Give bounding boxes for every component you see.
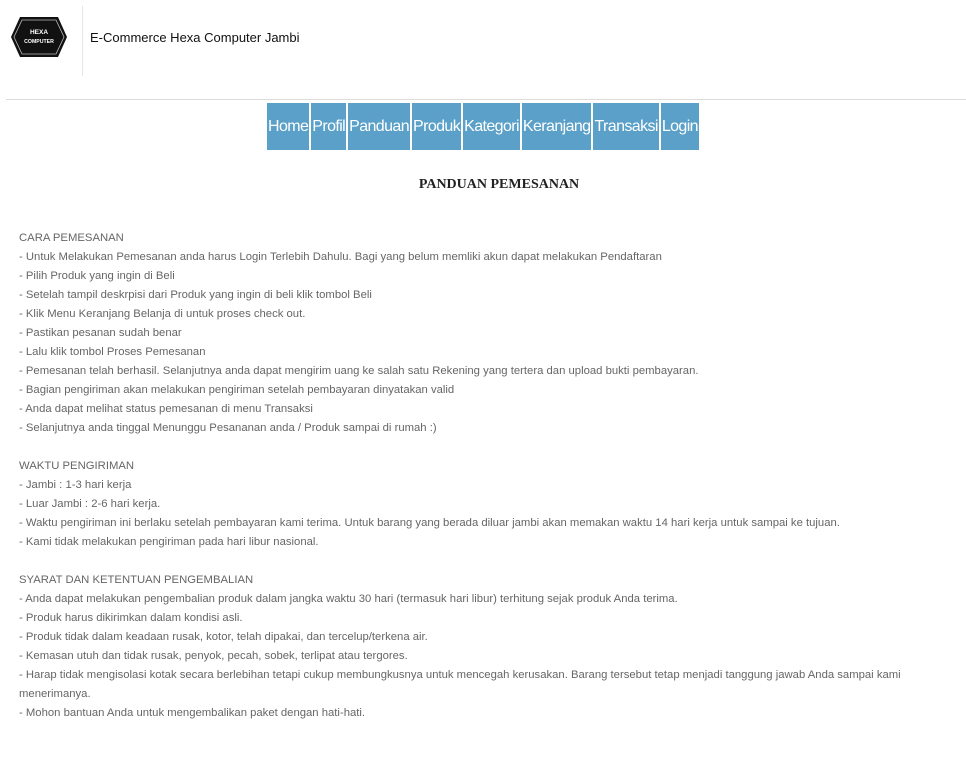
section-title: CARA PEMESANAN [19,232,124,244]
nav-kategori[interactable]: Kategori [463,103,520,150]
list-item: - Anda dapat melihat status pemesanan di… [19,403,313,415]
header-divider [82,6,83,76]
nav-panduan[interactable]: Panduan [348,103,411,150]
nav-profil[interactable]: Profil [311,103,347,150]
list-item: - Harap tidak mengisolasi kotak secara b… [19,669,901,700]
site-header: HEXA COMPUTER E-Commerce Hexa Computer J… [0,0,966,100]
nav-home[interactable]: Home [267,103,310,150]
list-item: - Jambi : 1-3 hari kerja [19,479,132,491]
section-waktu-pengiriman: WAKTU PENGIRIMAN - Jambi : 1-3 hari kerj… [19,457,949,552]
list-item: - Produk harus dikirimkan dalam kondisi … [19,612,243,624]
section-title: WAKTU PENGIRIMAN [19,460,135,472]
main-nav: Home Profil Panduan Produk Kategori Kera… [0,103,966,150]
list-item: - Kemasan utuh dan tidak rusak, penyok, … [19,650,408,662]
nav-keranjang[interactable]: Keranjang [521,103,592,150]
section-syarat-pengembalian: SYARAT DAN KETENTUAN PENGEMBALIAN - Anda… [19,571,949,723]
guide-content: CARA PEMESANAN - Untuk Melakukan Pemesan… [19,229,949,723]
list-item: - Pemesanan telah berhasil. Selanjutnya … [19,365,699,377]
section-cara-pemesanan: CARA PEMESANAN - Untuk Melakukan Pemesan… [19,229,949,438]
nav-produk[interactable]: Produk [412,103,462,150]
list-item: - Lalu klik tombol Proses Pemesanan [19,346,206,358]
logo-text-hexa: HEXA [30,29,48,36]
page-title: PANDUAN PEMESANAN [418,177,580,192]
section-title: SYARAT DAN KETENTUAN PENGEMBALIAN [19,574,254,586]
site-title: E-Commerce Hexa Computer Jambi [90,30,300,45]
list-item: - Mohon bantuan Anda untuk mengembalikan… [19,707,366,719]
nav-login[interactable]: Login [660,103,699,150]
list-item: - Selanjutnya anda tinggal Menunggu Pesa… [19,422,437,434]
nav-transaksi[interactable]: Transaksi [593,103,659,150]
list-item: - Klik Menu Keranjang Belanja di untuk p… [19,308,306,320]
list-item: - Waktu pengiriman ini berlaku setelah p… [19,517,840,529]
list-item: - Anda dapat melakukan pengembalian prod… [19,593,678,605]
list-item: - Produk tidak dalam keadaan rusak, koto… [19,631,428,643]
hexa-computer-logo[interactable]: HEXA COMPUTER [10,15,68,59]
logo-text-computer: COMPUTER [24,39,54,45]
header-separator [6,99,966,100]
list-item: - Kami tidak melakukan pengiriman pada h… [19,536,319,548]
list-item: - Untuk Melakukan Pemesanan anda harus L… [19,251,662,263]
list-item: - Pilih Produk yang ingin di Beli [19,270,175,282]
list-item: - Setelah tampil deskrpisi dari Produk y… [19,289,372,301]
list-item: - Luar Jambi : 2-6 hari kerja. [19,498,161,510]
list-item: - Pastikan pesanan sudah benar [19,327,182,339]
list-item: - Bagian pengiriman akan melakukan pengi… [19,384,455,396]
